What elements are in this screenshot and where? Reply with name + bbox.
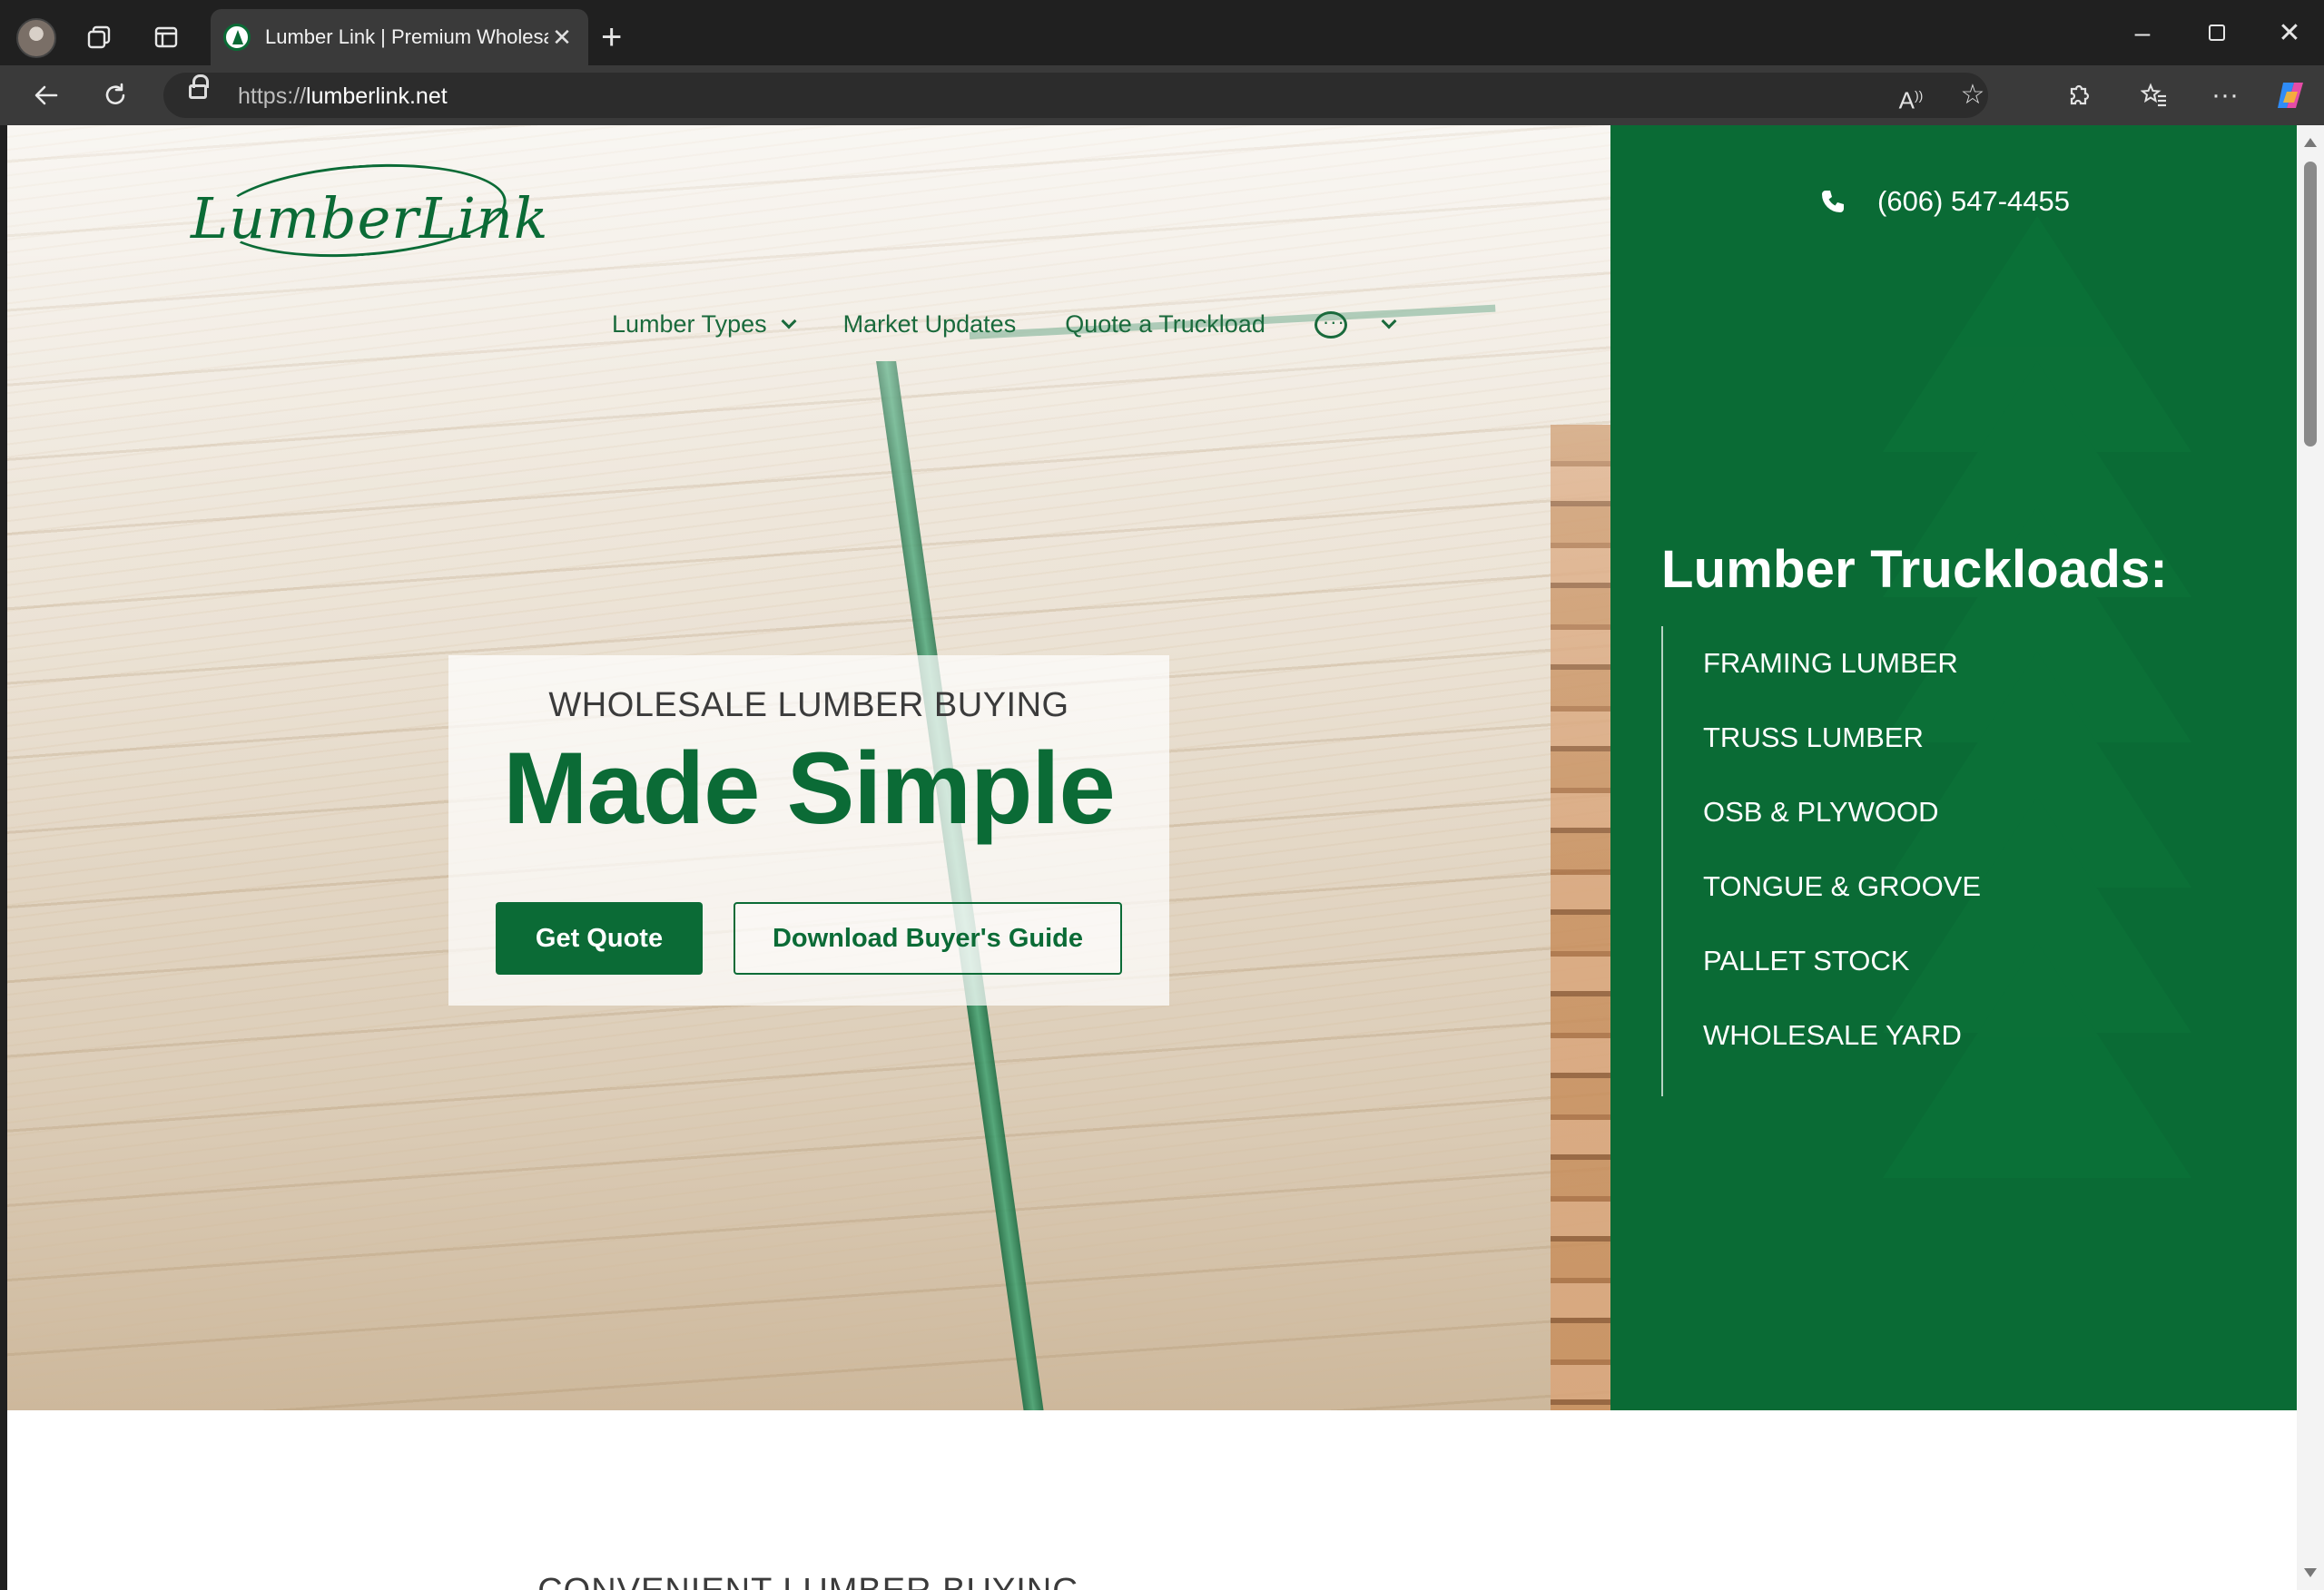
chevron-down-icon[interactable] [1381,313,1397,329]
chevron-down-icon [781,313,797,329]
scroll-up-icon[interactable] [2304,138,2317,147]
site-logo-text: LumberLink [191,185,549,251]
sidebar-title: Lumber Truckloads: [1661,540,2168,599]
nav-label-quote-truckload: Quote a Truckload [1065,310,1265,338]
hero-headline-card: WHOLESALE LUMBER BUYING Made Simple Get … [448,655,1169,1006]
more-options-icon[interactable]: ··· [2202,73,2248,118]
vertical-tabs-icon[interactable] [143,15,189,60]
refresh-icon[interactable] [93,73,138,118]
truckload-link-truss-lumber[interactable]: TRUSS LUMBER [1703,701,1981,775]
address-url[interactable]: https://lumberlink.net [238,83,448,110]
nav-label-market-updates: Market Updates [842,310,1017,338]
phone-link[interactable]: (606) 547-4455 [1819,185,2070,218]
extensions-icon[interactable] [2055,73,2101,118]
truckload-link-tongue-groove[interactable]: TONGUE & GROOVE [1703,849,1981,924]
tab-close-icon[interactable]: ✕ [548,24,576,52]
favorite-star-icon[interactable]: ☆ [1950,73,1995,118]
download-buyers-guide-button[interactable]: Download Buyer's Guide [734,902,1122,975]
minimize-icon[interactable]: – [2115,13,2170,54]
hero-eyebrow: WHOLESALE LUMBER BUYING [548,686,1069,724]
truckload-link-wholesale-yard[interactable]: WHOLESALE YARD [1703,998,1981,1073]
site-favicon-icon [223,24,251,51]
hero-headline: Made Simple [503,731,1116,845]
truckload-list: FRAMING LUMBER TRUSS LUMBER OSB & PLYWOO… [1661,626,1981,1096]
copilot-icon[interactable] [2268,73,2313,118]
address-bar[interactable]: https://lumberlink.net A)) ☆ [163,73,1988,118]
favorites-icon[interactable] [2132,73,2177,118]
truckload-link-framing-lumber[interactable]: FRAMING LUMBER [1703,626,1981,701]
main-nav: Lumber Types Market Updates Quote a Truc… [612,310,1397,339]
convenient-buying-section: CONVENIENT LUMBER BUYING [7,1410,2297,1590]
page-viewport: LumberLink Lumber Types Market Updates Q… [7,125,2297,1590]
new-tab-icon[interactable]: + [601,16,622,58]
browser-titlebar: Lumber Link | Premium Wholesale ✕ + – ✕ [0,0,2324,74]
nav-item-market-updates[interactable]: Market Updates [843,310,1017,339]
nav-label-lumber-types: Lumber Types [612,310,767,338]
scrollbar-thumb[interactable] [2304,162,2317,447]
profile-avatar[interactable] [16,18,56,58]
nav-item-lumber-types[interactable]: Lumber Types [612,310,797,339]
tab-title: Lumber Link | Premium Wholesale [265,25,548,48]
browser-tab-active[interactable]: Lumber Link | Premium Wholesale ✕ [211,9,588,65]
read-aloud-icon[interactable]: A)) [1888,73,1934,118]
get-quote-button[interactable]: Get Quote [496,902,703,975]
chat-icon[interactable] [1314,310,1347,339]
page-scrollbar[interactable] [2297,125,2324,1590]
scroll-down-icon[interactable] [2304,1568,2317,1577]
truckload-link-osb-plywood[interactable]: OSB & PLYWOOD [1703,775,1981,849]
nav-item-quote-truckload[interactable]: Quote a Truckload [1065,310,1265,339]
back-icon[interactable] [24,73,69,118]
site-logo[interactable]: LumberLink [191,154,547,267]
phone-icon [1822,191,1844,212]
workspaces-icon[interactable] [76,15,122,60]
truckload-link-pallet-stock[interactable]: PALLET STOCK [1703,924,1981,998]
lock-icon[interactable] [189,74,209,99]
browser-toolbar: https://lumberlink.net A)) ☆ ··· [0,65,2324,125]
close-window-icon[interactable]: ✕ [2262,13,2317,54]
phone-number: (606) 547-4455 [1877,185,2070,217]
truckloads-sidebar: (606) 547-4455 Lumber Truckloads: FRAMIN… [1610,125,2297,1410]
section-eyebrow: CONVENIENT LUMBER BUYING [7,1572,1610,1590]
maximize-icon[interactable] [2190,13,2244,54]
